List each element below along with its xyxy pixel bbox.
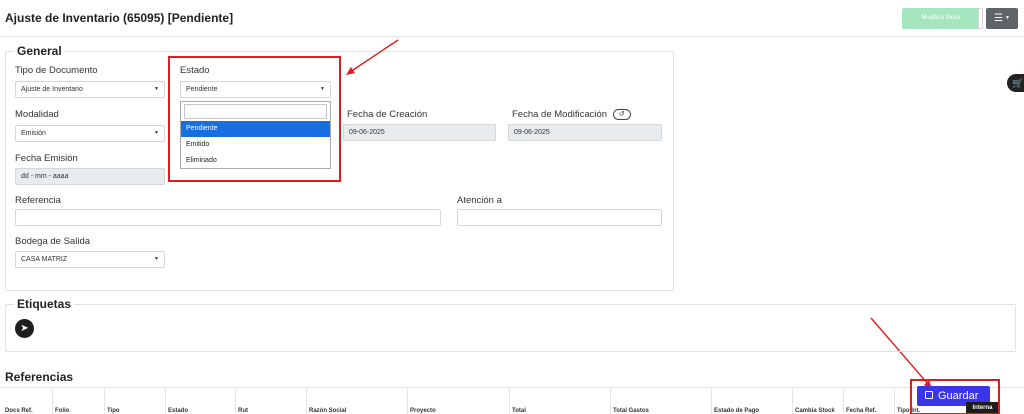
stock-toggle[interactable]	[978, 8, 983, 29]
atencion-label: Atención a	[457, 195, 502, 206]
column-header-total-gastos[interactable]: Total Gastos	[613, 408, 649, 414]
column-header-total[interactable]: Total	[512, 408, 526, 414]
cart-icon[interactable]: 🛒	[1007, 74, 1024, 92]
column-divider	[407, 388, 408, 414]
fecha-modificacion-label: Fecha de Modificación	[512, 109, 608, 121]
column-header-rut[interactable]: Rut	[238, 408, 248, 414]
column-divider	[792, 388, 793, 414]
tipo-documento-value: Ajuste de Inventario	[21, 86, 83, 93]
tag-add-icon[interactable]: ➤	[15, 319, 34, 338]
column-header-fecha-ref[interactable]: Fecha Ref.	[846, 408, 876, 414]
column-header-proyecto[interactable]: Proyecto	[410, 408, 436, 414]
column-divider	[104, 388, 105, 414]
column-divider	[165, 388, 166, 414]
bodega-label: Bodega de Salida	[15, 236, 91, 247]
column-header-estado-pago[interactable]: Estado de Pago	[714, 408, 759, 414]
column-divider	[306, 388, 307, 414]
column-divider	[610, 388, 611, 414]
fecha-creacion-field: 09-06-2025	[343, 124, 496, 141]
chevron-down-icon: ▼	[154, 256, 159, 262]
fecha-modificacion-field: 09-06-2025	[508, 124, 662, 141]
modalidad-label: Modalidad	[15, 109, 59, 120]
top-bar: Ajuste de Inventario (65095) [Pendiente]…	[0, 0, 1024, 37]
options-menu-button[interactable]: ☰ ▼	[986, 8, 1018, 29]
column-divider	[509, 388, 510, 414]
tipo-documento-label: Tipo de Documento	[15, 65, 98, 76]
fecha-emision-label: Fecha Emisión	[15, 153, 78, 164]
chevron-down-icon: ▼	[154, 130, 159, 136]
column-header-estado[interactable]: Estado	[168, 408, 188, 414]
modalidad-value: Emisión	[21, 130, 46, 137]
column-header-cambia-stock[interactable]: Cambia Stock	[795, 408, 835, 414]
chevron-down-icon: ▼	[154, 86, 159, 92]
column-divider	[894, 388, 895, 414]
modalidad-select[interactable]: Emisión ▼	[15, 125, 165, 142]
column-header-folio[interactable]: Folio	[55, 408, 69, 414]
bodega-select[interactable]: CASA MATRIZ ▼	[15, 251, 165, 268]
fecha-modificacion-label-wrap: Fecha de Modificación ↺	[512, 109, 631, 120]
column-header-docs-ref[interactable]: Docs Ref.	[5, 408, 33, 414]
tipo-documento-select[interactable]: Ajuste de Inventario ▼	[15, 81, 165, 98]
column-divider	[52, 388, 53, 414]
column-divider	[711, 388, 712, 414]
bodega-value: CASA MATRIZ	[21, 256, 68, 263]
column-header-razon-social[interactable]: Razón Social	[309, 408, 346, 414]
history-icon[interactable]: ↺	[612, 109, 631, 120]
atencion-input[interactable]	[457, 209, 662, 226]
caret-down-icon: ▼	[1005, 15, 1010, 21]
etiquetas-legend: Etiquetas	[17, 297, 72, 311]
referencia-input[interactable]	[15, 209, 441, 226]
referencias-divider	[0, 387, 1024, 388]
annotation-highlight-guardar	[910, 379, 1000, 414]
general-legend: General	[17, 44, 62, 58]
fecha-creacion-label: Fecha de Creación	[347, 109, 428, 120]
referencias-title: Referencias	[5, 370, 74, 384]
column-divider	[843, 388, 844, 414]
hamburger-icon: ☰	[994, 13, 1003, 25]
annotation-highlight-estado	[168, 56, 341, 182]
etiquetas-section: Etiquetas	[5, 297, 1016, 352]
column-header-tipo[interactable]: Tipo	[107, 408, 120, 414]
page-title: Ajuste de Inventario (65095) [Pendiente]	[5, 11, 234, 25]
fecha-emision-field[interactable]: dd - mm - aaaa	[15, 168, 165, 185]
modify-stock-button[interactable]: Modifica Stock	[902, 8, 980, 29]
column-divider	[235, 388, 236, 414]
referencia-label: Referencia	[15, 195, 61, 206]
